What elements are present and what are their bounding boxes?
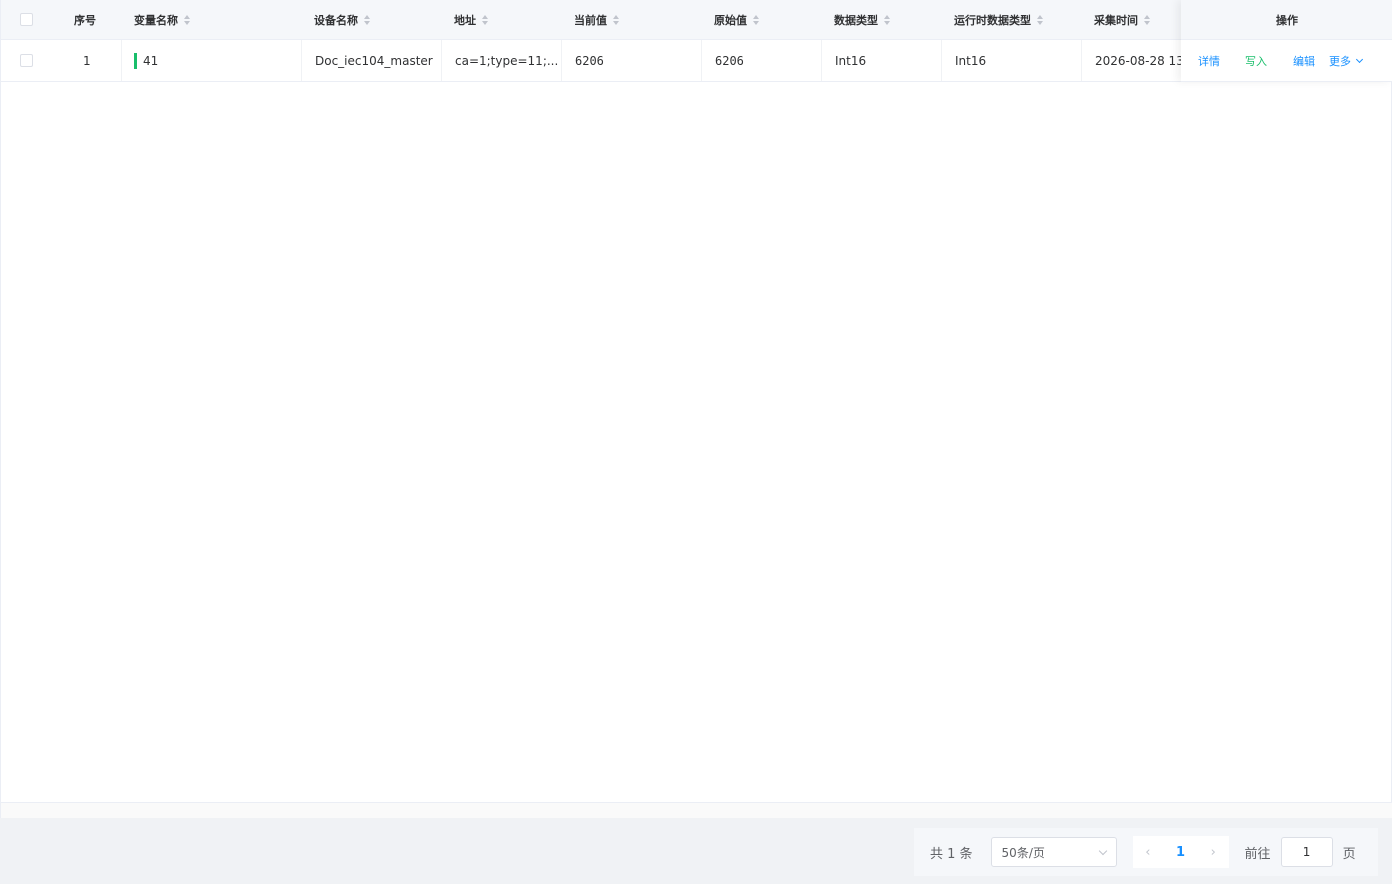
- row-select[interactable]: [20, 40, 40, 81]
- cell-var-name: 41: [121, 40, 301, 81]
- header-collect-time[interactable]: 采集时间: [1094, 0, 1180, 39]
- edit-link[interactable]: 编辑: [1293, 40, 1315, 81]
- header-select-all[interactable]: [20, 0, 40, 39]
- sort-icon[interactable]: [613, 14, 619, 25]
- header-var-name[interactable]: 变量名称: [134, 0, 294, 39]
- variable-table: 序号 变量名称 设备名称 地址 当前值 原始值 数据类型 运行时数据类型 采集时…: [0, 0, 1392, 818]
- header-index: 序号: [74, 13, 96, 27]
- sort-icon[interactable]: [364, 14, 370, 25]
- cell-index: 1: [83, 53, 91, 68]
- sort-icon[interactable]: [753, 14, 759, 25]
- cell-raw: 6206: [701, 40, 821, 81]
- next-page-button[interactable]: ›: [1211, 845, 1216, 860]
- sort-icon[interactable]: [1144, 14, 1150, 25]
- page-nav: ‹ 1 ›: [1132, 836, 1229, 868]
- cell-address: ca=1;type=11;...: [441, 40, 561, 81]
- sort-icon[interactable]: [184, 14, 190, 25]
- chevron-down-icon: [1355, 55, 1364, 63]
- page-suffix-label: 页: [1342, 846, 1356, 862]
- cell-current: 6206: [561, 40, 701, 81]
- cell-runtime-dtype: Int16: [941, 40, 1081, 81]
- header-ops: 操作: [1181, 0, 1392, 40]
- header-raw[interactable]: 原始值: [714, 0, 814, 39]
- pagination: 共 1 条 50条/页 ‹ 1 › 前往 1 页: [914, 828, 1378, 876]
- prev-page-button[interactable]: ‹: [1145, 845, 1150, 860]
- sort-icon[interactable]: [884, 14, 890, 25]
- header-address[interactable]: 地址: [454, 0, 554, 39]
- goto-label: 前往: [1244, 846, 1271, 862]
- header-device[interactable]: 设备名称: [314, 0, 444, 39]
- header-dtype[interactable]: 数据类型: [834, 0, 934, 39]
- more-dropdown[interactable]: 更多: [1329, 40, 1364, 81]
- ops-fixed-column: 操作 详情 写入 编辑 更多: [1181, 0, 1392, 82]
- write-link[interactable]: 写入: [1245, 40, 1267, 81]
- header-runtime-dtype[interactable]: 运行时数据类型: [954, 0, 1074, 39]
- chevron-down-icon: [1098, 846, 1107, 855]
- goto-page-input[interactable]: 1: [1280, 837, 1333, 867]
- select-all-checkbox[interactable]: [20, 13, 33, 26]
- detail-link[interactable]: 详情: [1198, 40, 1220, 81]
- page-size-select[interactable]: 50条/页: [990, 837, 1117, 867]
- sort-icon[interactable]: [482, 14, 488, 25]
- cell-dtype: Int16: [821, 40, 941, 81]
- status-bar: [134, 52, 137, 69]
- header-current[interactable]: 当前值: [574, 0, 694, 39]
- cell-device: Doc_iec104_master: [301, 40, 441, 81]
- cell-collect-time: 2026-08-28 13:: [1081, 40, 1181, 81]
- ops-cell: 详情 写入 编辑 更多: [1181, 40, 1392, 82]
- horizontal-scrollbar[interactable]: [1, 802, 1392, 818]
- row-checkbox[interactable]: [20, 54, 33, 67]
- sort-icon[interactable]: [1037, 14, 1043, 25]
- pagination-total: 共 1 条: [930, 846, 973, 862]
- page-number-current[interactable]: 1: [1176, 845, 1185, 860]
